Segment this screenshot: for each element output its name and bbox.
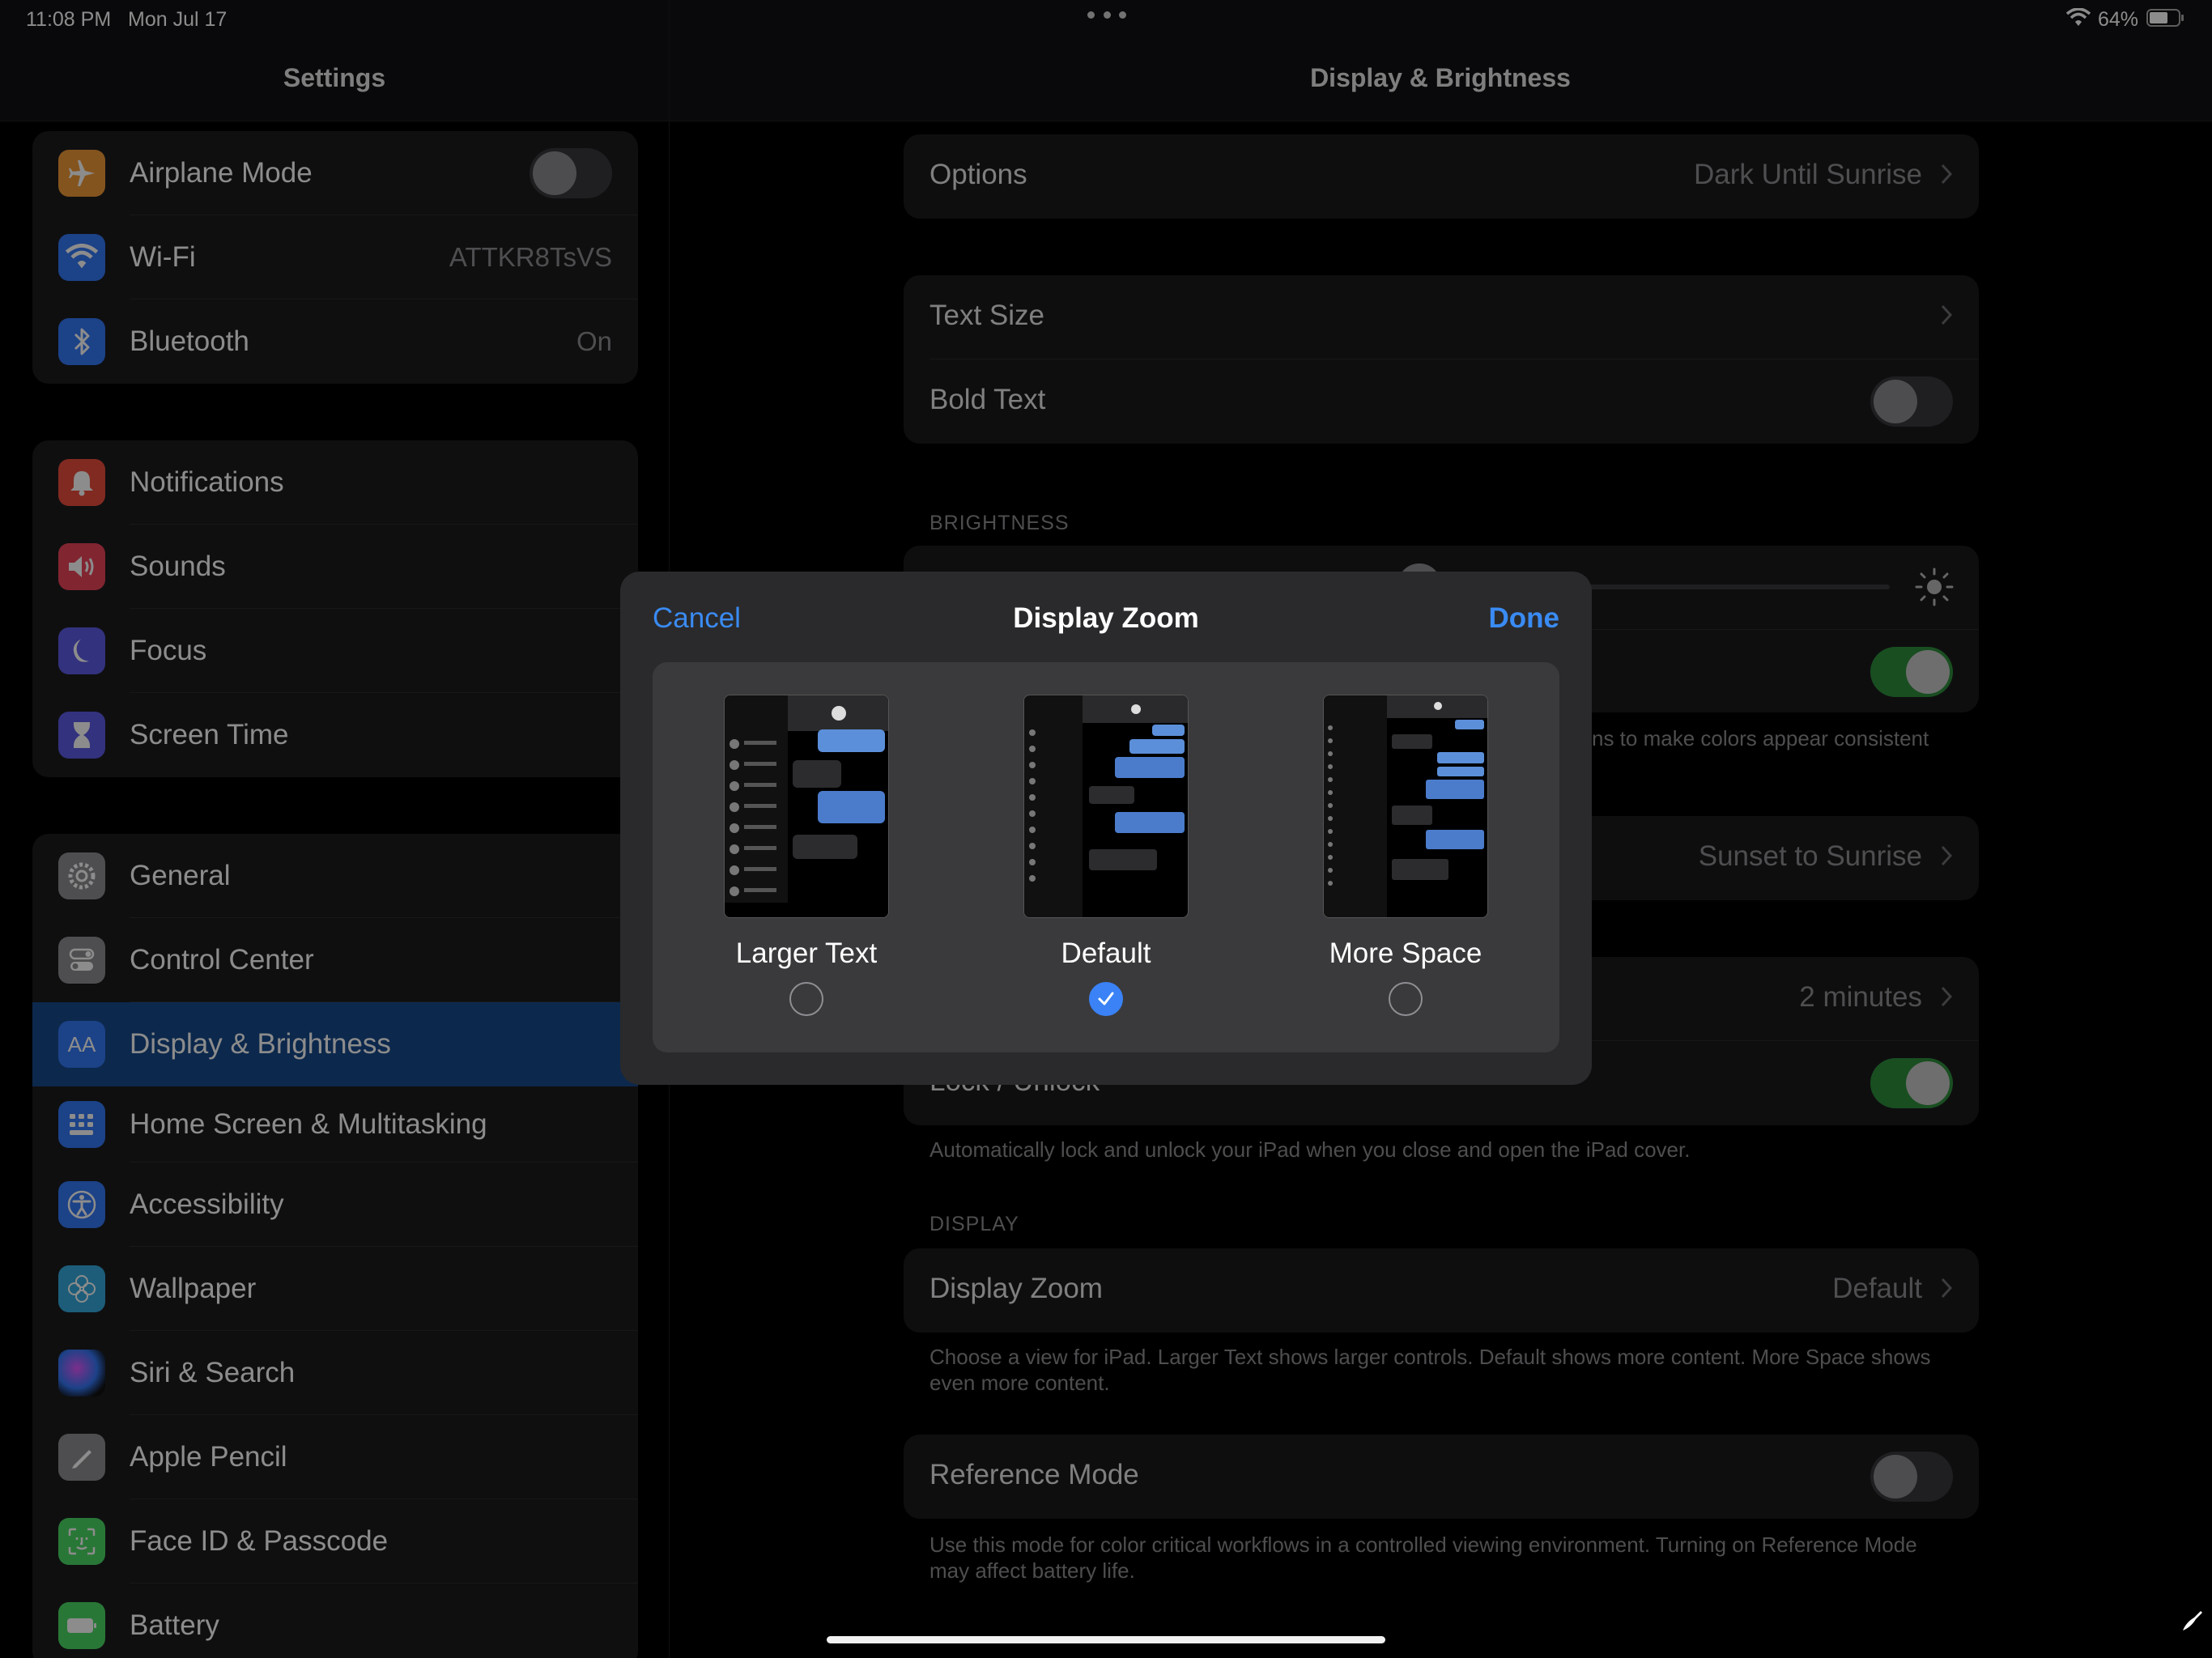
- zoom-options-panel: Larger Text Default More Space: [653, 662, 1559, 1052]
- zoom-option-default[interactable]: Default: [993, 695, 1219, 1035]
- home-indicator[interactable]: [827, 1636, 1385, 1643]
- more-space-preview-image: [1323, 695, 1488, 918]
- pencil-corner-icon[interactable]: [2178, 1608, 2206, 1635]
- larger-text-radio[interactable]: [789, 982, 823, 1016]
- zoom-option-label: Larger Text: [735, 937, 878, 969]
- default-radio-selected[interactable]: [1089, 982, 1123, 1016]
- larger-text-preview-image: [724, 695, 889, 918]
- modal-title: Display Zoom: [1013, 602, 1199, 634]
- done-button[interactable]: Done: [1489, 602, 1560, 635]
- zoom-option-larger-text[interactable]: Larger Text: [693, 695, 920, 1035]
- zoom-option-more-space[interactable]: More Space: [1292, 695, 1519, 1035]
- default-preview-image: [1023, 695, 1189, 918]
- more-space-radio[interactable]: [1389, 982, 1423, 1016]
- zoom-option-label: More Space: [1329, 937, 1482, 969]
- display-zoom-modal: Cancel Display Zoom Done Larger Text Def…: [620, 572, 1592, 1085]
- checkmark-icon: [1098, 992, 1114, 1005]
- zoom-option-label: Default: [1061, 937, 1151, 969]
